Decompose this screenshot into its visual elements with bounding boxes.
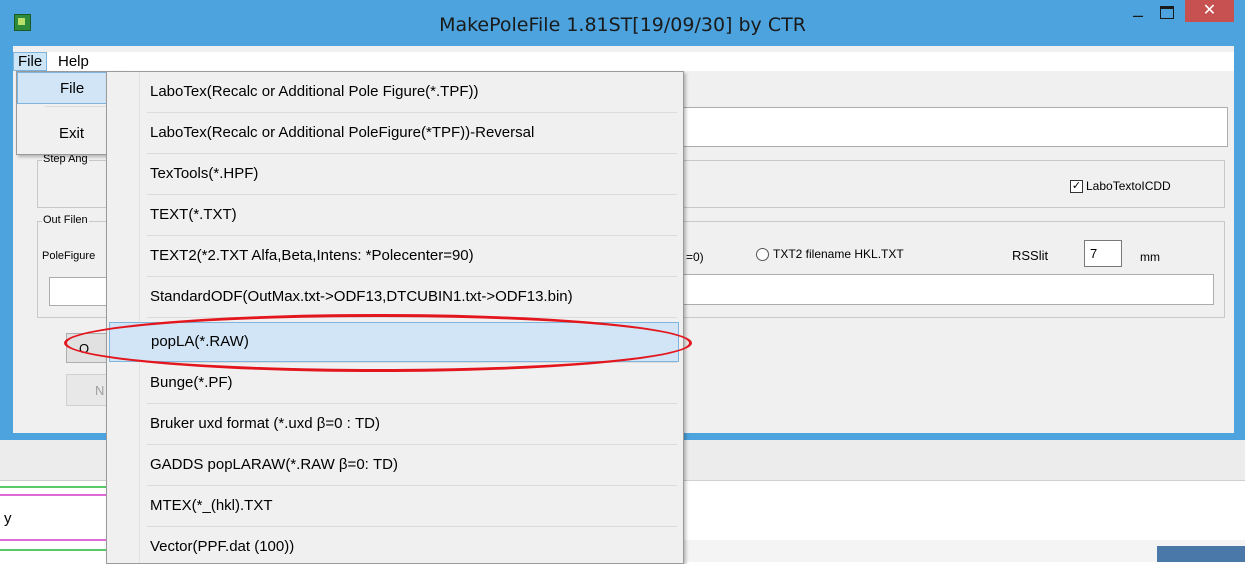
n-button-disabled: N <box>66 374 108 406</box>
background-blue-bar <box>1157 546 1245 562</box>
submenu-item-bruker-uxd[interactable]: Bruker uxd format (*.uxd β=0 : TD) <box>109 404 679 444</box>
minimize-button[interactable]: – <box>1133 6 1151 26</box>
e0-fragment-text: =0) <box>686 250 704 264</box>
window-border-left <box>0 46 13 440</box>
rsslit-label: RSSlit <box>1012 248 1049 263</box>
labotex-icdd-label: LaboTextoICDD <box>1086 179 1171 193</box>
pole-figure-input[interactable] <box>49 277 110 306</box>
rsslit-input[interactable]: 7 <box>1084 240 1122 267</box>
submenu-item-labotex-tpf[interactable]: LaboTex(Recalc or Additional Pole Figure… <box>109 72 679 112</box>
labotex-icdd-checkbox[interactable]: ✓ LaboTextoICDD <box>1070 179 1171 194</box>
submenu-item-labotex-tpf-reversal[interactable]: LaboTex(Recalc or Additional PoleFigure(… <box>109 113 679 153</box>
plot-line-pink <box>0 494 110 496</box>
submenu-item-standard-odf[interactable]: StandardODF(OutMax.txt->ODF13,DTCUBIN1.t… <box>109 277 679 317</box>
mm-label: mm <box>1140 250 1160 264</box>
submenu-item-textools-hpf[interactable]: TexTools(*.HPF) <box>109 154 679 194</box>
checkbox-box[interactable]: ✓ <box>1070 180 1083 194</box>
annotation-ellipse <box>64 314 692 372</box>
plot-line-pink-2 <box>0 539 110 541</box>
radio-circle[interactable] <box>756 248 769 262</box>
menu-item-exit-label: Exit <box>59 125 85 142</box>
txt2-radio[interactable]: TXT2 filename HKL.TXT <box>756 247 904 262</box>
pole-figure-label: PoleFigure <box>42 250 96 262</box>
txt2-radio-label: TXT2 filename HKL.TXT <box>773 247 904 261</box>
title-bar[interactable]: MakePoleFile 1.81ST[19/09/30] by CTR – ✕ <box>0 0 1245 46</box>
submenu-item-gadds-popla-raw[interactable]: GADDS popLARAW(*.RAW β=0: TD) <box>109 445 679 485</box>
menu-help[interactable]: Help <box>54 52 93 71</box>
plot-line-green-2 <box>0 549 110 551</box>
submenu-item-mtex-txt[interactable]: MTEX(*_(hkl).TXT <box>109 486 679 526</box>
axis-letter: y <box>4 510 12 527</box>
close-button[interactable]: ✕ <box>1185 0 1234 22</box>
window-title: MakePoleFile 1.81ST[19/09/30] by CTR <box>439 14 806 36</box>
window-border-right <box>1234 46 1245 440</box>
top-text-field[interactable] <box>660 107 1228 147</box>
submenu-item-text2-txt[interactable]: TEXT2(*2.TXT Alfa,Beta,Intens: *Polecent… <box>109 236 679 276</box>
maximize-button[interactable] <box>1160 6 1174 19</box>
menu-bar: File Help <box>13 52 1234 71</box>
out-filename-label: Out Filen <box>42 214 89 226</box>
menu-item-file-label: File <box>60 80 85 97</box>
plot-line-green <box>0 486 110 488</box>
submenu-item-text-txt[interactable]: TEXT(*.TXT) <box>109 195 679 235</box>
menu-file[interactable]: File <box>13 52 48 71</box>
out-filename-input[interactable] <box>682 274 1214 305</box>
submenu-item-vector-ppf[interactable]: Vector(PPF.dat (100)) <box>109 527 679 563</box>
